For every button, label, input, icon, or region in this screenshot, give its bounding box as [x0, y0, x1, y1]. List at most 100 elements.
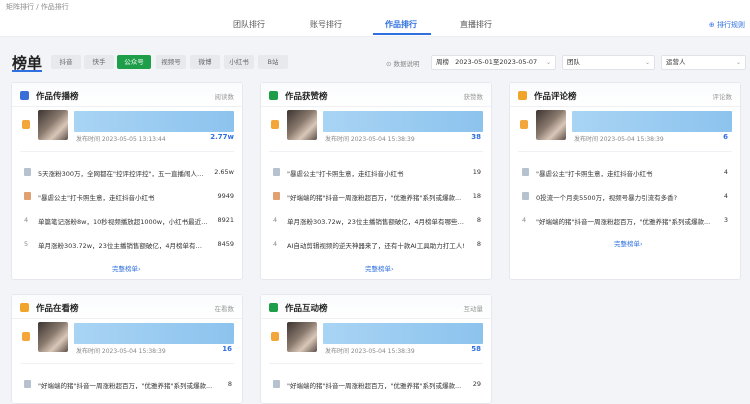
rank-number: 4	[273, 216, 278, 224]
publish-time: 发布时间 2023-05-04 15:38:39	[574, 136, 664, 143]
divider	[518, 151, 732, 152]
list-item[interactable]: 0投流一个月卖5500万，视频号暴力引流有多香? 4	[510, 188, 740, 204]
card-metric: 互动量	[463, 305, 484, 313]
item-title: "好端端的猪"抖音一周涨粉超百万，"优雅养猪"系列或爆款...	[536, 218, 711, 226]
platform-chip-weibo[interactable]: 微博	[190, 55, 220, 69]
tab-team-rank[interactable]: 团队排行	[233, 19, 265, 30]
work-thumbnail	[287, 322, 317, 352]
list-item[interactable]: "好端端的猪"抖音一周涨粉超百万，"优雅养猪"系列或爆款... 18	[261, 188, 491, 204]
publish-time: 发布时间 2023-05-04 15:38:39	[325, 348, 415, 355]
rank-number: 4	[24, 216, 29, 224]
tab-account-rank[interactable]: 账号排行	[310, 19, 342, 30]
silver-medal-icon	[522, 168, 529, 176]
filter-bar: 榜单 抖音 快手 公众号 视频号 微博 小红书 B站 ⊙ 数据说明 周榜 202…	[0, 46, 750, 76]
card-header: 作品在看榜 在看数	[12, 295, 242, 319]
platform-chip-bilibili[interactable]: B站	[258, 55, 288, 69]
full-rank-link[interactable]: 完整榜单›	[614, 238, 643, 248]
bronze-medal-icon	[24, 192, 31, 200]
top-value-bar	[572, 111, 732, 132]
silver-medal-icon	[24, 168, 31, 176]
platform-chip-xiaohongshu[interactable]: 小红书	[224, 55, 254, 69]
chevron-down-icon: ⌄	[545, 59, 551, 66]
top-value: 6	[723, 133, 728, 141]
rank-number: 5	[24, 240, 29, 248]
list-item[interactable]: 4 单篇笔记涨粉8w，10秒视频播放超1000w，小红书最近在... 8921	[12, 212, 242, 228]
list-item[interactable]: "暴虐公主"打卡照生意，走红抖音小红书 9949	[12, 188, 242, 204]
item-value: 9949	[217, 192, 234, 200]
silver-medal-icon	[24, 380, 31, 388]
list-item[interactable]: "好端端的猪"抖音一周涨粉超百万，"优雅养猪"系列或爆款... 29	[261, 376, 491, 392]
date-range-select[interactable]: 周榜 2023-05-01至2023-05-07 ⌄	[431, 55, 556, 70]
list-item[interactable]: 4 AI自动剪辑视频的逆天神器来了，还有十款AI工具助力打工人! 8	[261, 236, 491, 252]
card-spread-rank: 作品传播榜 阅读数 发布时间 2023-05-05 13:13:44 2.77w…	[11, 82, 243, 280]
top-item[interactable]: 发布时间 2023-05-04 15:38:39 38	[261, 107, 491, 143]
card-interaction-rank: 作品互动榜 互动量 发布时间 2023-05-04 15:38:39 58 "好…	[260, 294, 492, 404]
platform-chip-channels[interactable]: 视频号	[156, 55, 186, 69]
item-title: "好端端的猪"抖音一周涨粉超百万，"优雅养猪"系列或爆款...	[287, 382, 462, 390]
item-value: 18	[472, 192, 481, 200]
work-thumbnail	[287, 110, 317, 140]
silver-medal-icon	[273, 380, 280, 388]
gold-medal-icon	[520, 120, 528, 129]
card-title: 作品获赞榜	[285, 92, 328, 102]
item-value: 29	[472, 380, 481, 388]
item-title: "暴虐公主"打卡照生意，走红抖音小红书	[287, 170, 404, 178]
list-item[interactable]: 5天涨粉300万，全网都在"控评控评控"，五一直播闹人最... 2.65w	[12, 164, 242, 180]
work-thumbnail	[38, 110, 68, 140]
card-header: 作品互动榜 互动量	[261, 295, 491, 319]
top-item[interactable]: 发布时间 2023-05-05 13:13:44 2.77w	[12, 107, 242, 143]
full-rank-link[interactable]: 完整榜单›	[365, 263, 394, 273]
item-value: 2.65w	[214, 168, 234, 176]
active-tab-underline	[373, 33, 431, 35]
watching-icon	[20, 303, 29, 312]
list-item[interactable]: "暴虐公主"打卡照生意，走红抖音小红书 4	[510, 164, 740, 180]
item-value: 4	[723, 192, 728, 200]
tab-work-rank[interactable]: 作品排行	[385, 19, 417, 30]
data-explain-link[interactable]: ⊙ 数据说明	[386, 58, 420, 68]
top-item[interactable]: 发布时间 2023-05-04 15:38:39 6	[510, 107, 740, 143]
date-range-value: 2023-05-01至2023-05-07	[455, 58, 538, 66]
top-item[interactable]: 发布时间 2023-05-04 15:38:39 58	[261, 319, 491, 355]
gold-medal-icon	[271, 332, 279, 341]
card-title: 作品评论榜	[534, 92, 577, 102]
card-comments-rank: 作品评论榜 评论数 发布时间 2023-05-04 15:38:39 6 "暴虐…	[509, 82, 741, 280]
platform-chip-kuaishou[interactable]: 快手	[84, 55, 114, 69]
interaction-icon	[269, 303, 278, 312]
rank-tabs: 团队排行 账号排行 作品排行 直播排行 ⊕ 排行规则	[0, 13, 750, 37]
list-item[interactable]: "好端端的猪"抖音一周涨粉超百万，"优雅养猪"系列或爆款... 8	[12, 376, 242, 392]
rank-number: 4	[522, 216, 527, 224]
top-value: 2.77w	[210, 133, 234, 141]
publish-time: 发布时间 2023-05-05 13:13:44	[76, 136, 166, 143]
silver-medal-icon	[522, 192, 529, 200]
operator-select[interactable]: 运营人 ⌄	[661, 55, 746, 70]
top-value-bar	[74, 323, 234, 344]
card-title: 作品传播榜	[36, 92, 79, 102]
item-title: 单月涨粉303.72w，23位主播销售额破亿，4月榜单有哪些看点?	[287, 218, 467, 226]
card-title: 作品在看榜	[36, 304, 79, 314]
card-header: 作品评论榜 评论数	[510, 83, 740, 107]
platform-chip-douyin[interactable]: 抖音	[51, 55, 81, 69]
work-thumbnail	[38, 322, 68, 352]
top-value: 58	[471, 345, 481, 353]
card-metric: 在看数	[214, 305, 235, 313]
list-item[interactable]: 4 "好端端的猪"抖音一周涨粉超百万，"优雅养猪"系列或爆款... 3	[510, 212, 740, 228]
top-item[interactable]: 发布时间 2023-05-04 15:38:39 16	[12, 319, 242, 355]
board-title-underline	[12, 70, 42, 72]
item-value: 8	[476, 240, 481, 248]
list-item[interactable]: 5 单月涨粉303.72w，23位主播销售额破亿，4月榜单有哪些... 8459	[12, 236, 242, 252]
breadcrumb: 矩阵排行 / 作品排行	[0, 0, 750, 13]
comment-icon	[518, 91, 527, 100]
item-title: "暴虐公主"打卡照生意，走红抖音小红书	[38, 194, 155, 202]
chevron-down-icon: ⌄	[644, 59, 650, 66]
item-title: "好端端的猪"抖音一周涨粉超百万，"优雅养猪"系列或爆款...	[287, 194, 462, 202]
list-item[interactable]: 4 单月涨粉303.72w，23位主播销售额破亿，4月榜单有哪些看点? 8	[261, 212, 491, 228]
list-item[interactable]: "暴虐公主"打卡照生意，走红抖音小红书 19	[261, 164, 491, 180]
item-title: 0投流一个月卖5500万，视频号暴力引流有多香?	[536, 194, 678, 202]
team-select[interactable]: 团队 ⌄	[562, 55, 655, 70]
item-title: "好端端的猪"抖音一周涨粉超百万，"优雅养猪"系列或爆款...	[38, 382, 213, 390]
rank-rules-link[interactable]: ⊕ 排行规则	[709, 20, 745, 30]
platform-chip-wechat-official[interactable]: 公众号	[117, 55, 151, 69]
tab-live-rank[interactable]: 直播排行	[460, 19, 492, 30]
divider	[269, 363, 483, 364]
full-rank-link[interactable]: 完整榜单›	[112, 263, 141, 273]
